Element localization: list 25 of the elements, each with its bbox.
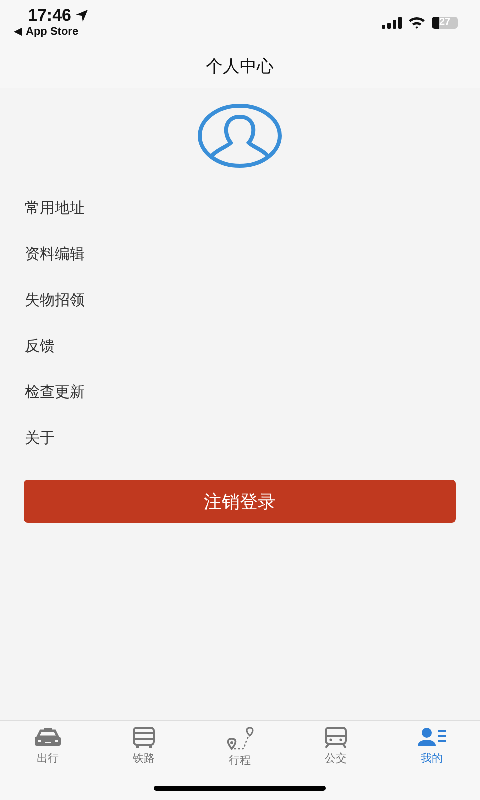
signal-icon [382, 16, 402, 28]
tab-bar-item[interactable]: 公交 [288, 727, 384, 776]
tab-bar-item[interactable]: 出行 [0, 727, 96, 776]
wifi-icon [408, 16, 426, 29]
menu-item[interactable]: 失物招领 [0, 277, 480, 323]
menu-item[interactable]: 检查更新 [0, 369, 480, 415]
back-to-app-link[interactable]: App Store [26, 26, 79, 38]
route-icon [225, 727, 255, 751]
avatar-icon[interactable] [197, 103, 283, 169]
status-time: 17:46 [28, 6, 72, 26]
menu-item[interactable]: 常用地址 [0, 185, 480, 231]
tab-bar-item[interactable]: 铁路 [96, 727, 192, 776]
bus-icon [132, 727, 156, 749]
taxi-icon [33, 727, 63, 749]
train-icon [324, 727, 348, 749]
profile-icon [418, 727, 446, 749]
menu-item[interactable]: 关于 [0, 415, 480, 461]
location-arrow-icon [75, 9, 90, 23]
tab-bar-item[interactable]: 我的 [384, 727, 480, 776]
menu-item[interactable]: 资料编辑 [0, 231, 480, 277]
menu-item[interactable]: 反馈 [0, 323, 480, 369]
tab-bar-item[interactable]: 行程 [192, 727, 288, 776]
page-title: 个人中心 [206, 56, 274, 78]
logout-button[interactable]: 注销登录 [24, 480, 456, 523]
back-triangle-icon [14, 28, 22, 36]
